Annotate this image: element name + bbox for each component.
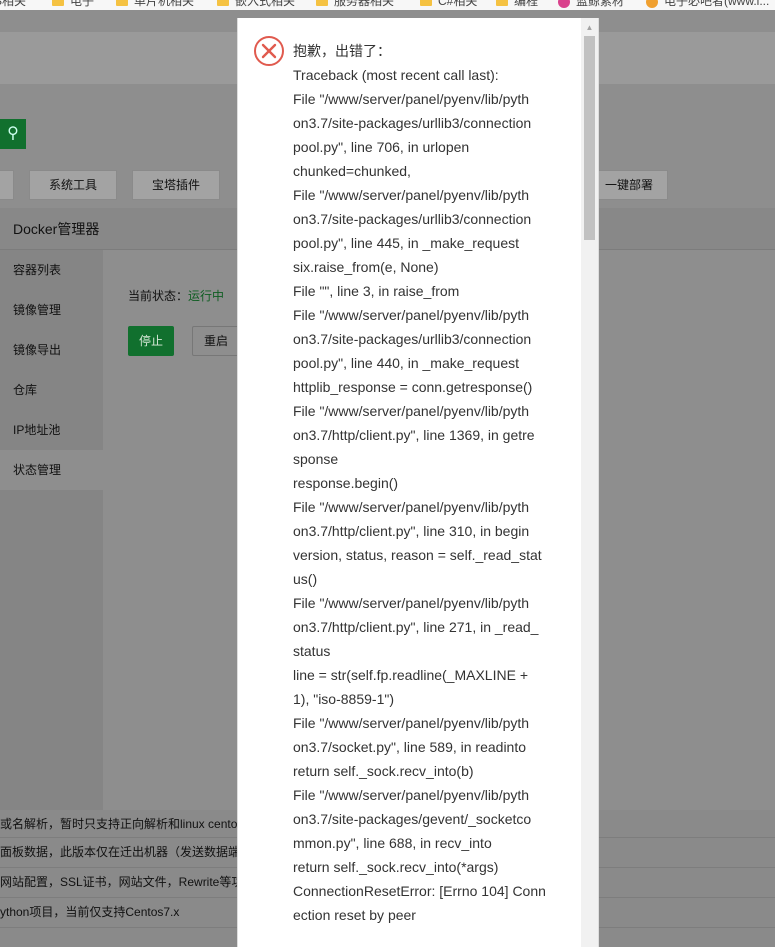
error-icon [254, 36, 284, 66]
error-message: 抱歉，出错了： Traceback (most recent call last)… [293, 39, 565, 927]
bookmark-item[interactable]: 蓝鲸素材 [558, 0, 624, 8]
sidebar-item-repository[interactable]: 仓库 [0, 370, 103, 410]
scroll-up-arrow-icon[interactable]: ▲ [581, 22, 598, 34]
error-heading: 抱歉，出错了： [293, 43, 391, 59]
traceback-line: chunked=chunked, [293, 163, 411, 179]
folder-icon [316, 0, 328, 7]
traceback-line: pool.py", line 706, in urlopen [293, 139, 470, 155]
site-icon [558, 0, 570, 8]
traceback-line: version, status, reason = self._read_sta… [293, 547, 542, 563]
docker-sidebar: 容器列表 镜像管理 镜像导出 仓库 IP地址池 状态管理 [0, 250, 103, 810]
scrollbar[interactable]: ▲ [581, 18, 598, 947]
status-row: 当前状态：运行中 [128, 289, 225, 303]
bookmark-item[interactable]: 服务器相关 [316, 0, 394, 8]
folder-icon [116, 0, 128, 7]
traceback-line: line = str(self.fp.readline(_MAXLINE + [293, 667, 528, 683]
traceback-line: sponse [293, 451, 339, 467]
traceback-line: File "/www/server/panel/pyenv/lib/pyth [293, 91, 530, 107]
site-icon [646, 0, 658, 8]
traceback-line: File "/www/server/panel/pyenv/lib/pyth [293, 787, 530, 803]
traceback-line: on3.7/site-packages/urllib3/connection [293, 115, 532, 131]
folder-icon [217, 0, 229, 7]
traceback-line: us() [293, 571, 318, 587]
traceback-line: 1), "iso-8859-1") [293, 691, 394, 707]
traceback-line: on3.7/socket.py", line 589, in readinto [293, 739, 527, 755]
folder-icon [52, 0, 64, 7]
scrollbar-thumb[interactable] [584, 36, 595, 240]
bookmark-item[interactable]: 电子必吧者(www.i... [646, 0, 769, 8]
bookmark-item[interactable]: C#相关 [420, 0, 477, 8]
traceback-line: on3.7/site-packages/urllib3/connection [293, 211, 532, 227]
sidebar-item-images[interactable]: 镜像管理 [0, 290, 103, 330]
bookmark-item[interactable]: 编程 [496, 0, 538, 8]
status-value: 运行中 [188, 289, 225, 303]
error-dialog: 抱歉，出错了： Traceback (most recent call last)… [237, 18, 599, 947]
traceback-line: pool.py", line 440, in _make_request [293, 355, 520, 371]
sidebar-item-containers[interactable]: 容器列表 [0, 250, 103, 290]
traceback-line: ConnectionResetError: [Errno 104] Conn [293, 883, 546, 899]
traceback-line: File "/www/server/panel/pyenv/lib/pyth [293, 499, 530, 515]
traceback-line: File "/www/server/panel/pyenv/lib/pyth [293, 595, 530, 611]
search-icon: ⚲ [7, 125, 19, 142]
folder-icon [496, 0, 508, 7]
bookmarks-bar: S相关 电子 单片机相关 嵌入式相关 服务器相关 C#相关 编程 蓝鲸素材 电子… [0, 0, 775, 10]
stop-button[interactable]: 停止 [128, 326, 174, 356]
traceback-line: on3.7/http/client.py", line 271, in _rea… [293, 619, 539, 635]
toolbar-button-system-tools[interactable]: 系统工具 [29, 170, 117, 200]
bookmark-item[interactable]: S相关 [0, 0, 26, 8]
traceback-line: mmon.py", line 688, in recv_into [293, 835, 492, 851]
traceback-line: File "", line 3, in raise_from [293, 283, 460, 299]
traceback-line: response.begin() [293, 475, 399, 491]
sidebar-item-status[interactable]: 状态管理 [0, 450, 103, 490]
traceback-line: return self._sock.recv_into(b) [293, 763, 474, 779]
traceback-line: return self._sock.recv_into(*args) [293, 859, 499, 875]
traceback-line: status [293, 643, 331, 659]
toolbar-button[interactable] [0, 170, 14, 200]
traceback-line: ection reset by peer [293, 907, 416, 923]
bookmark-item[interactable]: 嵌入式相关 [217, 0, 295, 8]
traceback-line: on3.7/http/client.py", line 1369, in get… [293, 427, 535, 443]
sidebar-item-image-export[interactable]: 镜像导出 [0, 330, 103, 370]
traceback-line: File "/www/server/panel/pyenv/lib/pyth [293, 307, 530, 323]
traceback-line: Traceback (most recent call last): [293, 67, 499, 83]
search-button[interactable]: ⚲ [0, 119, 26, 149]
traceback-line: File "/www/server/panel/pyenv/lib/pyth [293, 403, 530, 419]
traceback-line: six.raise_from(e, None) [293, 259, 439, 275]
traceback-line: File "/www/server/panel/pyenv/lib/pyth [293, 715, 530, 731]
traceback-line: httplib_response = conn.getresponse() [293, 379, 533, 395]
bookmark-item[interactable]: 单片机相关 [116, 0, 194, 8]
traceback-line: on3.7/site-packages/urllib3/connection [293, 331, 532, 347]
restart-button[interactable]: 重启 [192, 326, 240, 356]
traceback-line: pool.py", line 445, in _make_request [293, 235, 520, 251]
bookmark-item[interactable]: 电子 [52, 0, 94, 8]
sidebar-item-ip-pool[interactable]: IP地址池 [0, 410, 103, 450]
folder-icon [420, 0, 432, 7]
toolbar-button-bt-plugins[interactable]: 宝塔插件 [132, 170, 220, 200]
traceback-line: File "/www/server/panel/pyenv/lib/pyth [293, 187, 530, 203]
traceback-line: on3.7/site-packages/gevent/_socketco [293, 811, 532, 827]
toolbar-button-one-click-deploy[interactable]: 一键部署 [590, 170, 668, 200]
traceback-line: on3.7/http/client.py", line 310, in begi… [293, 523, 530, 539]
